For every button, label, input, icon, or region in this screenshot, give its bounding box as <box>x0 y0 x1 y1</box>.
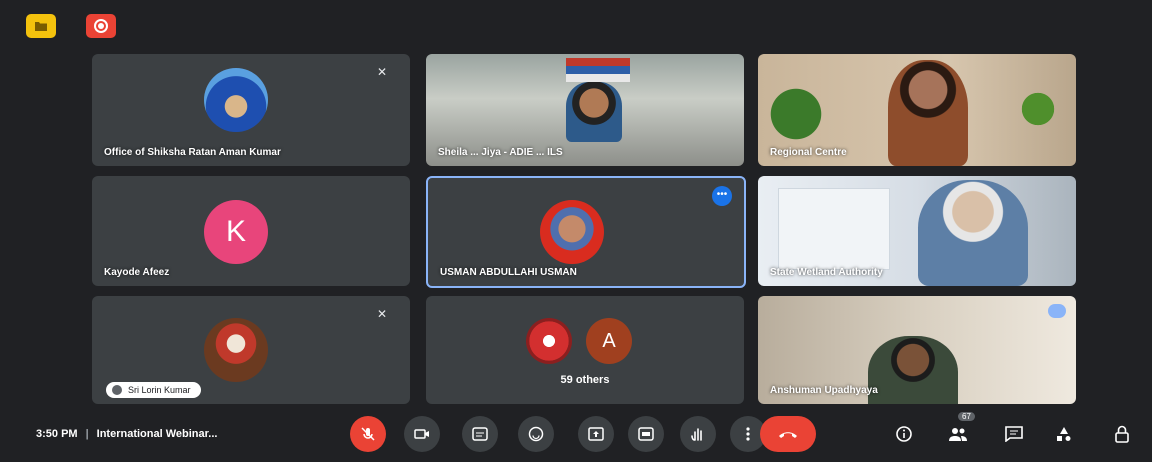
people-count-badge: 67 <box>958 412 975 421</box>
mic-off-icon: ✕ <box>376 65 388 79</box>
people-icon <box>949 428 967 441</box>
top-bar <box>0 0 1152 44</box>
reactions-button[interactable] <box>518 416 554 452</box>
mic-off-icon <box>361 427 375 441</box>
avatar: A <box>586 318 632 364</box>
record-icon[interactable] <box>86 14 116 38</box>
hand-icon <box>691 428 702 441</box>
meeting-time: 3:50 PM <box>36 428 78 440</box>
people-button[interactable]: 67 <box>944 412 975 448</box>
participant-tile[interactable]: Sheila ... Jiya - ADIE ... ILS <box>426 54 744 166</box>
present-button[interactable] <box>578 416 614 452</box>
participant-name: Sheila ... Jiya - ADIE ... ILS <box>438 147 563 158</box>
participant-name: State Wetland Authority <box>770 267 883 278</box>
banner <box>778 188 890 270</box>
more-vert-icon <box>746 427 750 441</box>
participant-name: USMAN ABDULLAHI USMAN <box>440 267 577 278</box>
avatar <box>540 200 604 264</box>
participant-video <box>566 82 622 142</box>
participant-video <box>868 336 958 404</box>
lock-person-icon <box>1115 425 1129 443</box>
camera-toggle-button[interactable] <box>404 416 440 452</box>
participant-name: Anshuman Upadhyaya <box>770 385 878 396</box>
avatar: K <box>204 200 268 264</box>
meeting-details-button[interactable] <box>890 420 918 448</box>
hang-up-icon <box>779 432 797 438</box>
captions-toggle-button[interactable] <box>628 416 664 452</box>
participant-tile[interactable]: State Wetland Authority <box>758 176 1076 286</box>
bottom-bar: 3:50 PM | International Webinar... 67 <box>0 404 1152 462</box>
participant-tile-active-speaker[interactable]: ••• USMAN ABDULLAHI USMAN <box>426 176 746 288</box>
plant <box>1018 84 1058 134</box>
avatar <box>204 68 268 132</box>
participant-tile[interactable]: Regional Centre <box>758 54 1076 166</box>
chat-button[interactable] <box>1000 420 1028 448</box>
chat-icon <box>1005 426 1023 442</box>
pin-icon[interactable] <box>1048 304 1066 318</box>
mic-toggle-button[interactable] <box>350 416 386 452</box>
participant-video <box>888 60 968 166</box>
participant-tile[interactable]: Anshuman Upadhyaya <box>758 296 1076 404</box>
camera-icon <box>414 429 429 439</box>
more-options-icon[interactable]: ••• <box>712 186 732 206</box>
folder-icon[interactable] <box>26 14 56 38</box>
participant-tile[interactable]: ✕ Sri Lorin Kumar <box>92 296 410 404</box>
background-flag <box>566 58 630 82</box>
name-chip: Sri Lorin Kumar <box>106 382 201 398</box>
leave-call-button[interactable] <box>760 416 816 452</box>
present-icon <box>588 427 604 441</box>
captions-icon <box>472 427 488 441</box>
mic-off-icon: ✕ <box>376 307 388 321</box>
raise-hand-button[interactable] <box>680 416 716 452</box>
participant-name: Sri Lorin Kumar <box>128 385 191 395</box>
plant <box>766 74 826 154</box>
captions-button[interactable] <box>462 416 498 452</box>
participant-name: Kayode Afeez <box>104 267 170 278</box>
meeting-title: International Webinar... <box>96 428 218 440</box>
participant-tile[interactable]: ✕ Office of Shiksha Ratan Aman Kumar <box>92 54 410 166</box>
emoji-icon <box>528 426 544 442</box>
participant-name: Office of Shiksha Ratan Aman Kumar <box>104 147 281 158</box>
avatar <box>204 318 268 382</box>
activities-icon <box>1057 427 1071 441</box>
separator: | <box>85 428 89 440</box>
activities-button[interactable] <box>1050 420 1078 448</box>
info-icon <box>896 426 912 442</box>
participant-tile[interactable]: K Kayode Afeez <box>92 176 410 286</box>
participant-name: Regional Centre <box>770 147 847 158</box>
others-tile[interactable]: A 59 others <box>426 296 744 404</box>
cc-icon <box>638 427 654 441</box>
host-controls-button[interactable] <box>1108 420 1136 448</box>
others-count: 59 others <box>560 374 610 386</box>
person-icon <box>112 385 122 395</box>
meeting-info: 3:50 PM | International Webinar... <box>36 428 217 440</box>
avatar <box>526 318 572 364</box>
participant-video <box>918 180 1028 286</box>
